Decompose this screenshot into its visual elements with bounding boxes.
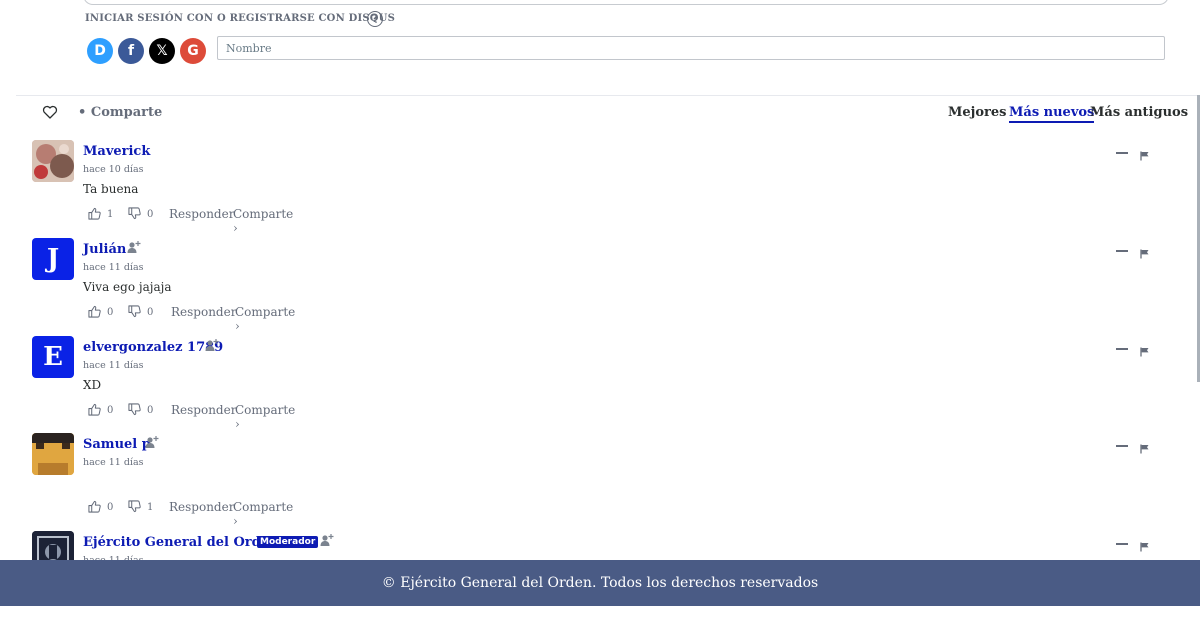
comment-item: J Julián hace 11 días Viva ego jajaja 0 0 Resp…: [32, 238, 1172, 336]
reply-button[interactable]: Responder: [171, 305, 236, 319]
heart-icon[interactable]: [42, 104, 58, 120]
share-comment-button[interactable]: Comparte ›: [233, 207, 293, 235]
share-comment-button[interactable]: Comparte ›: [235, 403, 295, 431]
downvote-icon[interactable]: [128, 403, 141, 416]
downvote-count: 1: [147, 502, 154, 513]
facebook-icon[interactable]: f: [118, 38, 144, 64]
collapse-icon[interactable]: [1116, 445, 1128, 447]
name-input[interactable]: [217, 36, 1165, 60]
help-icon[interactable]: ?: [367, 11, 383, 27]
collapse-icon[interactable]: [1116, 348, 1128, 350]
avatar-letter: J: [46, 244, 60, 274]
share-comment-button[interactable]: Comparte ›: [233, 500, 293, 528]
signin-label: INICIAR SESIÓN CON: [85, 13, 214, 24]
upvote-icon[interactable]: [88, 305, 101, 318]
footer-copyright: © Ejército General del Orden. Todos los …: [381, 575, 819, 591]
upvote-icon[interactable]: [88, 500, 101, 513]
x-icon[interactable]: 𝕏: [149, 38, 175, 64]
comment-item: Eelvergonzalez 1789 hace 11 días XD 0 0 Respo…: [32, 336, 1172, 434]
reply-button[interactable]: Responder: [169, 500, 234, 514]
comment-text: Viva ego jajaja: [83, 280, 172, 294]
avatar[interactable]: [32, 140, 74, 182]
sort-best-tab[interactable]: Mejores: [948, 105, 1006, 120]
divider: [16, 95, 1200, 96]
flag-icon[interactable]: [1140, 146, 1150, 161]
comment-author[interactable]: elvergonzalez 1789: [83, 340, 223, 355]
comment-author[interactable]: Ejército General del Orden: [83, 535, 278, 550]
follow-user-icon[interactable]: [145, 434, 159, 448]
upvote-icon[interactable]: [88, 207, 101, 220]
downvote-icon[interactable]: [128, 305, 141, 318]
disqus-icon[interactable]: D: [87, 38, 113, 64]
comment-item: Maverick hace 10 días Ta buena 1 0 Responder C…: [32, 140, 1172, 238]
comment-author[interactable]: Julián: [83, 242, 126, 257]
upvote-count: 1: [107, 209, 114, 220]
collapse-icon[interactable]: [1116, 152, 1128, 154]
google-icon[interactable]: G: [180, 38, 206, 64]
comment-text: XD: [83, 378, 102, 392]
follow-user-icon[interactable]: [205, 337, 219, 351]
downvote-icon[interactable]: [128, 207, 141, 220]
comment-item: Samuel p hace 11 días 0 1 Responder Comparte …: [32, 433, 1172, 531]
share-thread-label: Comparte: [90, 105, 163, 120]
flag-icon[interactable]: [1140, 537, 1150, 552]
upvote-count: 0: [107, 502, 114, 513]
flag-icon[interactable]: [1140, 342, 1150, 357]
sort-newest-tab[interactable]: Más nuevos: [1009, 105, 1095, 123]
downvote-count: 0: [147, 307, 154, 318]
share-thread-button[interactable]: • Comparte: [78, 105, 162, 120]
upvote-count: 0: [107, 307, 114, 318]
comment-author[interactable]: Maverick: [83, 144, 150, 159]
comment-timestamp[interactable]: hace 11 días: [83, 360, 144, 371]
reply-button[interactable]: Responder: [169, 207, 234, 221]
flag-icon[interactable]: [1140, 244, 1150, 259]
downvote-count: 0: [147, 405, 154, 416]
downvote-icon[interactable]: [128, 500, 141, 513]
comment-editor-box[interactable]: [83, 0, 1169, 5]
follow-user-icon[interactable]: [127, 239, 141, 253]
comment-author[interactable]: Samuel p: [83, 437, 151, 452]
share-comment-button[interactable]: Comparte ›: [235, 305, 295, 333]
upvote-count: 0: [107, 405, 114, 416]
avatar[interactable]: J: [32, 238, 74, 280]
comment-text: Ta buena: [83, 182, 139, 196]
comment-timestamp[interactable]: hace 10 días: [83, 164, 144, 175]
site-footer: © Ejército General del Orden. Todos los …: [0, 560, 1200, 606]
avatar[interactable]: E: [32, 336, 74, 378]
comment-timestamp[interactable]: hace 11 días: [83, 262, 144, 273]
moderator-badge: Moderador: [257, 536, 319, 548]
flag-icon[interactable]: [1140, 439, 1150, 454]
avatar-letter: E: [43, 342, 63, 372]
collapse-icon[interactable]: [1116, 543, 1128, 545]
downvote-count: 0: [147, 209, 154, 220]
reply-button[interactable]: Responder: [171, 403, 236, 417]
follow-user-icon[interactable]: [320, 532, 334, 546]
comment-timestamp[interactable]: hace 11 días: [83, 457, 144, 468]
sort-oldest-tab[interactable]: Más antiguos: [1090, 105, 1188, 120]
avatar[interactable]: [32, 433, 74, 475]
collapse-icon[interactable]: [1116, 250, 1128, 252]
upvote-icon[interactable]: [88, 403, 101, 416]
